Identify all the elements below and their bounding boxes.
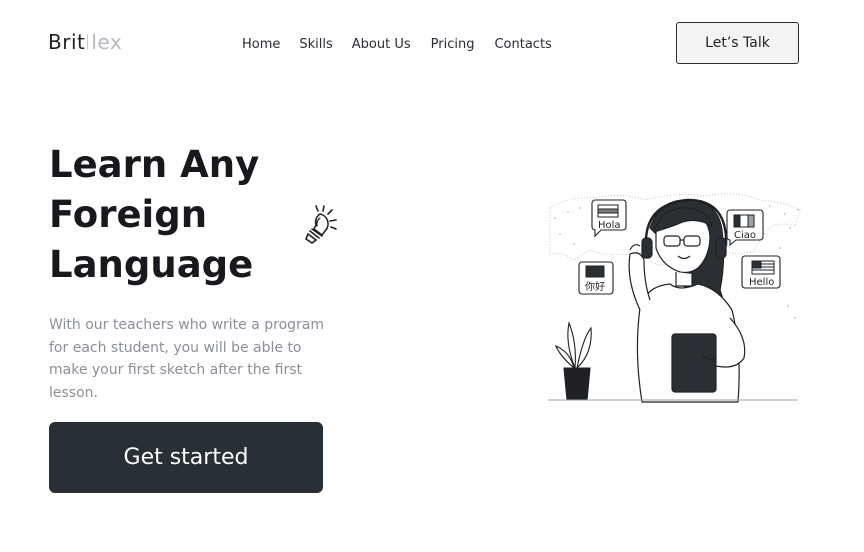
brand-logo[interactable]: Brit lex [48,30,122,54]
lightbulb-icon [305,205,337,244]
hero-description-line: make your first sketch after the first [49,362,303,378]
hero-description-line: With our teachers who write a program [49,317,325,333]
nav-pricing-link[interactable]: Pricing [431,36,475,54]
nav-home-link[interactable]: Home [242,36,280,54]
hero-title-line: Foreign [49,193,208,236]
nav-about-us-link[interactable]: About Us [352,36,411,54]
main-nav: Home Skills About Us Pricing Contacts [242,36,552,54]
nav-skills-link[interactable]: Skills [299,36,332,54]
hero-description: With our teachers who write a program fo… [49,314,349,404]
hero-description-line: lesson. [49,384,98,401]
hero-title-line: Learn Any [49,143,260,186]
hero-title-line: Language [49,243,254,286]
nav-contacts-link[interactable]: Contacts [494,36,551,54]
plant [554,321,592,401]
logo-secondary-text: lex [91,30,123,54]
hero-description-line: for each student, you will be able to [49,339,302,356]
language-learning-illustration: Hola Ciao 你好 Hello [548,193,801,403]
hero-title: Learn Any Foreign Language [49,140,309,290]
logo-primary-text: Brit [48,30,86,54]
get-started-button[interactable]: Get started [49,422,323,493]
bubble-text-nihao: 你好 [585,280,605,293]
bubble-text-hello: Hello [749,277,774,288]
bubble-text-hola: Hola [598,220,621,231]
landing-page: Brit lex Home Skills About Us Pricing Co… [0,0,864,552]
bubble-text-ciao: Ciao [734,230,756,241]
logo-divider [87,34,89,50]
lets-talk-button[interactable]: Let’s Talk [676,22,799,64]
